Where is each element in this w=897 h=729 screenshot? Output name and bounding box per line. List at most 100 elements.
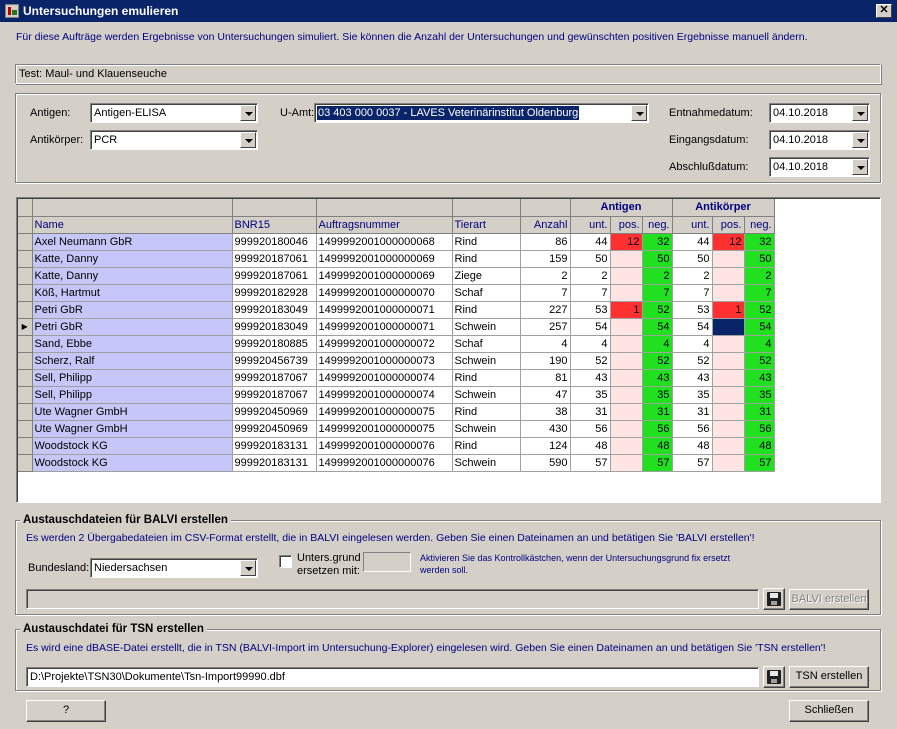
cell-antigen-pos[interactable] — [610, 437, 643, 455]
cell-antigen-unt[interactable]: 31 — [570, 403, 611, 421]
table-row[interactable]: Katte, Danny 999920187061 1499992001000000… — [18, 250, 775, 268]
cell-antikoerper-pos[interactable] — [712, 335, 745, 353]
cell-antigen-unt[interactable]: 43 — [570, 369, 611, 387]
cell-antigen-pos[interactable] — [610, 386, 643, 404]
cell-antikoerper-unt[interactable]: 54 — [672, 318, 713, 336]
cell-antigen-unt[interactable]: 57 — [570, 454, 611, 472]
cell-antigen-pos[interactable] — [610, 420, 643, 438]
cell-antikoerper-pos[interactable] — [712, 318, 745, 336]
cell-antigen-unt[interactable]: 48 — [570, 437, 611, 455]
table-row[interactable]: Sell, Philipp 999920187067 149999200100000… — [18, 369, 775, 387]
cell-antikoerper-neg[interactable]: 48 — [744, 437, 775, 455]
cell-antikoerper-pos[interactable]: 12 — [712, 233, 745, 251]
chevron-down-icon[interactable] — [852, 132, 868, 148]
orders-grid[interactable]: Antigen Antikörper Name BNR15 Auftragsnu… — [16, 197, 881, 503]
cell-antikoerper-neg[interactable]: 7 — [744, 284, 775, 302]
cell-antigen-pos[interactable] — [610, 352, 643, 370]
table-row[interactable]: ▶ Petri GbR 999920183049 149999200100000007… — [18, 318, 775, 336]
cell-antikoerper-neg[interactable]: 43 — [744, 369, 775, 387]
cell-antikoerper-unt[interactable]: 43 — [672, 369, 713, 387]
close-button[interactable]: Schließen — [789, 700, 869, 722]
row-indicator[interactable] — [18, 335, 33, 353]
cell-antikoerper-unt[interactable]: 48 — [672, 437, 713, 455]
cell-antikoerper-pos[interactable] — [712, 386, 745, 404]
row-indicator[interactable] — [18, 352, 33, 370]
tsn-create-button[interactable]: TSN erstellen — [789, 666, 869, 688]
cell-antigen-neg[interactable]: 50 — [642, 250, 673, 268]
entnahme-date-picker[interactable]: 04.10.2018 — [769, 103, 870, 123]
column-header-antikoerper-neg[interactable]: neg. — [744, 216, 775, 234]
cell-antikoerper-neg[interactable]: 2 — [744, 267, 775, 285]
cell-antigen-neg[interactable]: 48 — [642, 437, 673, 455]
uamt-select[interactable]: 03 403 000 0037 - LAVES Veterinärinstitu… — [314, 103, 649, 123]
table-row[interactable]: Woodstock KG 999920183131 1499992001000000… — [18, 437, 775, 455]
cell-antikoerper-neg[interactable]: 31 — [744, 403, 775, 421]
antigen-select[interactable]: Antigen-ELISA — [90, 103, 258, 123]
cell-antigen-neg[interactable]: 56 — [642, 420, 673, 438]
eingang-date-picker[interactable]: 04.10.2018 — [769, 130, 870, 150]
cell-antikoerper-unt[interactable]: 31 — [672, 403, 713, 421]
chevron-down-icon[interactable] — [240, 105, 256, 121]
column-header-antigen-pos[interactable]: pos. — [610, 216, 643, 234]
cell-antigen-unt[interactable]: 44 — [570, 233, 611, 251]
cell-antikoerper-pos[interactable] — [712, 403, 745, 421]
row-indicator[interactable] — [18, 233, 33, 251]
table-row[interactable]: Woodstock KG 999920183131 1499992001000000… — [18, 454, 775, 472]
table-row[interactable]: Sand, Ebbe 999920180885 149999200100000007… — [18, 335, 775, 353]
cell-antikoerper-pos[interactable] — [712, 352, 745, 370]
cell-antigen-neg[interactable]: 2 — [642, 267, 673, 285]
cell-antikoerper-neg[interactable]: 35 — [744, 386, 775, 404]
cell-antikoerper-pos[interactable] — [712, 284, 745, 302]
column-header-bnr15[interactable]: BNR15 — [232, 216, 317, 234]
cell-antikoerper-pos[interactable] — [712, 267, 745, 285]
row-indicator[interactable] — [18, 420, 33, 438]
antikoerper-select[interactable]: PCR — [90, 130, 258, 150]
row-indicator[interactable] — [18, 403, 33, 421]
cell-antigen-unt[interactable]: 35 — [570, 386, 611, 404]
table-row[interactable]: Sell, Philipp 999920187067 149999200100000… — [18, 386, 775, 404]
row-indicator[interactable] — [18, 454, 33, 472]
table-row[interactable]: Axel Neumann GbR 999920180046 149999200100… — [18, 233, 775, 251]
cell-antigen-pos[interactable] — [610, 403, 643, 421]
unters-grund-checkbox[interactable] — [279, 555, 292, 568]
cell-antikoerper-neg[interactable]: 52 — [744, 352, 775, 370]
tsn-file-field[interactable]: D:\Projekte\TSN30\Dokumente\Tsn-Import99… — [26, 667, 759, 687]
cell-antikoerper-pos[interactable] — [712, 250, 745, 268]
cell-antigen-pos[interactable] — [610, 369, 643, 387]
column-header-name[interactable]: Name — [32, 216, 233, 234]
cell-antikoerper-pos[interactable] — [712, 437, 745, 455]
cell-antigen-pos[interactable] — [610, 284, 643, 302]
cell-antigen-neg[interactable]: 52 — [642, 301, 673, 319]
cell-antikoerper-unt[interactable]: 35 — [672, 386, 713, 404]
row-indicator[interactable] — [18, 437, 33, 455]
cell-antigen-unt[interactable]: 7 — [570, 284, 611, 302]
table-row[interactable]: Petri GbR 999920183049 1499992001000000071… — [18, 301, 775, 319]
row-indicator[interactable] — [18, 386, 33, 404]
cell-antigen-pos[interactable] — [610, 335, 643, 353]
cell-antikoerper-pos[interactable] — [712, 454, 745, 472]
cell-antigen-pos[interactable] — [610, 318, 643, 336]
abschluss-date-picker[interactable]: 04.10.2018 — [769, 157, 870, 177]
cell-antigen-neg[interactable]: 54 — [642, 318, 673, 336]
chevron-down-icon[interactable] — [852, 159, 868, 175]
cell-antikoerper-neg[interactable]: 52 — [744, 301, 775, 319]
balvi-file-field[interactable] — [26, 589, 759, 609]
cell-antigen-unt[interactable]: 56 — [570, 420, 611, 438]
cell-antigen-unt[interactable]: 4 — [570, 335, 611, 353]
cell-antigen-neg[interactable]: 57 — [642, 454, 673, 472]
cell-antikoerper-unt[interactable]: 57 — [672, 454, 713, 472]
cell-antikoerper-unt[interactable]: 50 — [672, 250, 713, 268]
cell-antikoerper-pos[interactable]: 1 — [712, 301, 745, 319]
cell-antikoerper-pos[interactable] — [712, 369, 745, 387]
cell-antigen-neg[interactable]: 7 — [642, 284, 673, 302]
cell-antigen-neg[interactable]: 31 — [642, 403, 673, 421]
column-header-antigen-neg[interactable]: neg. — [642, 216, 673, 234]
cell-antigen-pos[interactable] — [610, 454, 643, 472]
table-row[interactable]: Köß, Hartmut 999920182928 1499992001000000… — [18, 284, 775, 302]
help-button[interactable]: ? — [26, 700, 106, 722]
cell-antigen-pos[interactable]: 12 — [610, 233, 643, 251]
cell-antikoerper-neg[interactable]: 57 — [744, 454, 775, 472]
cell-antigen-neg[interactable]: 35 — [642, 386, 673, 404]
cell-antigen-unt[interactable]: 50 — [570, 250, 611, 268]
table-row[interactable]: Katte, Danny 999920187061 1499992001000000… — [18, 267, 775, 285]
